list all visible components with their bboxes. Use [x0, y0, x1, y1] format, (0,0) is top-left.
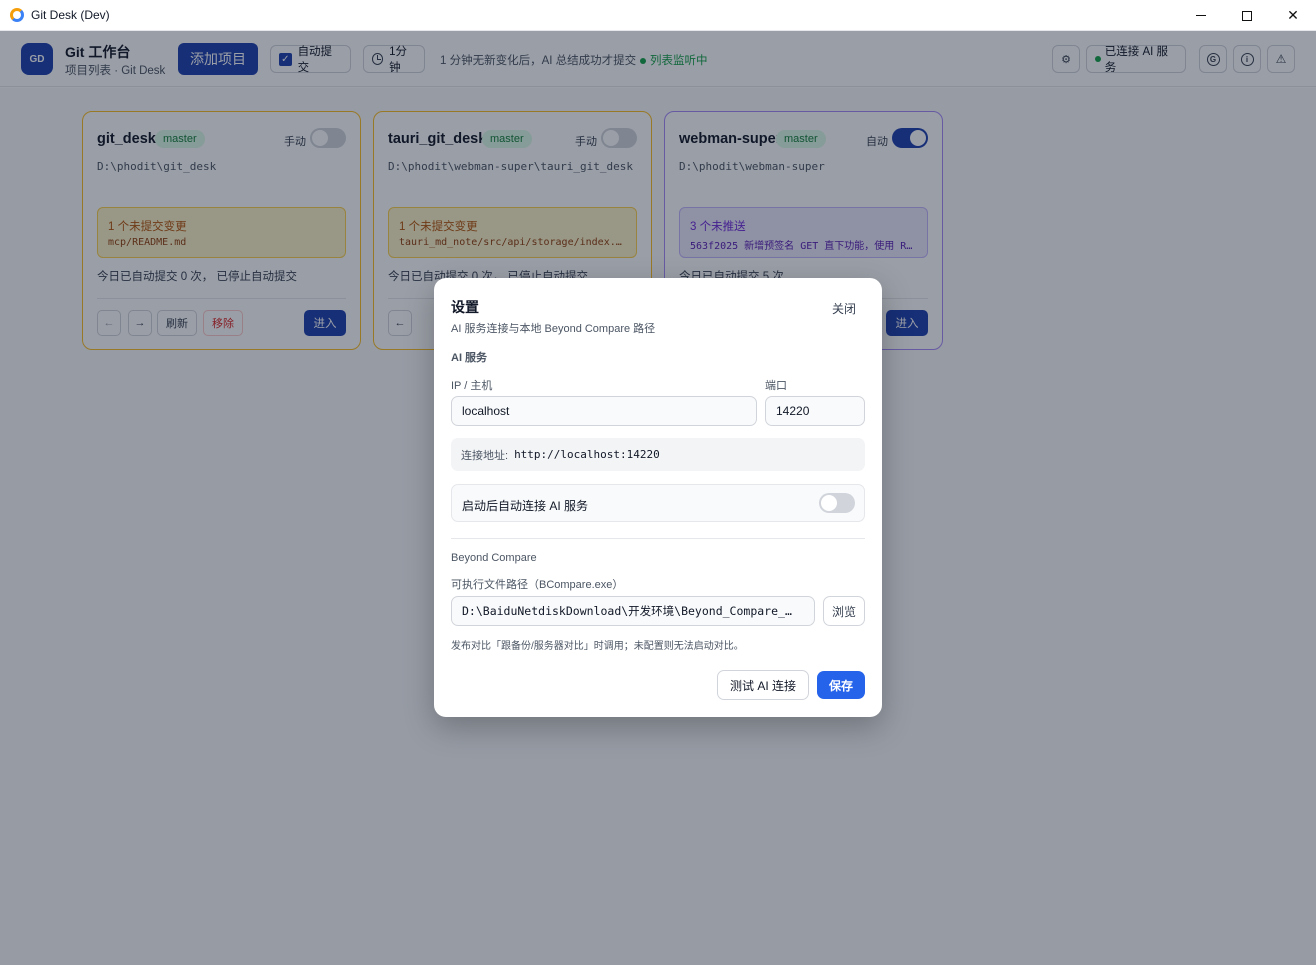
host-label: IP / 主机 [451, 380, 493, 392]
port-label: 端口 [765, 380, 787, 392]
test-ai-connection-button[interactable]: 测试 AI 连接 [717, 670, 809, 700]
window-title: Git Desk (Dev) [31, 8, 110, 22]
minimize-icon [1196, 15, 1206, 16]
close-icon: ✕ [1287, 7, 1299, 23]
settings-dialog: 设置 AI 服务连接与本地 Beyond Compare 路径 关闭 AI 服务… [434, 278, 882, 717]
auto-connect-row: 启动后自动连接 AI 服务 [451, 484, 865, 522]
maximize-icon [1242, 10, 1252, 21]
ai-section-title: AI 服务 [451, 352, 488, 364]
close-window-button[interactable]: ✕ [1270, 0, 1316, 31]
bc-path-value: D:\BaiduNetdiskDownload\开发环境\Beyond_Comp… [462, 604, 792, 618]
connection-url: http://localhost:14220 [514, 448, 660, 461]
connection-address: 连接地址: http://localhost:14220 [451, 438, 865, 471]
bc-path-label: 可执行文件路径（BCompare.exe） [451, 579, 624, 591]
divider [451, 538, 865, 539]
connection-label: 连接地址: [461, 449, 509, 462]
minimize-button[interactable] [1178, 0, 1224, 31]
close-dialog-button[interactable]: 关闭 [832, 300, 856, 317]
bc-note: 发布对比「跟备份/服务器对比」时调用；未配置则无法启动对比。 [451, 641, 744, 652]
app-icon [10, 8, 24, 22]
dialog-title: 设置 [451, 299, 479, 315]
dialog-subtitle: AI 服务连接与本地 Beyond Compare 路径 [451, 323, 656, 335]
bc-path-input[interactable]: D:\BaiduNetdiskDownload\开发环境\Beyond_Comp… [451, 596, 815, 626]
host-input[interactable]: localhost [451, 396, 757, 426]
port-input[interactable]: 14220 [765, 396, 865, 426]
window-controls: ✕ [1178, 0, 1316, 31]
bc-section-title: Beyond Compare [451, 552, 537, 564]
auto-connect-label: 启动后自动连接 AI 服务 [462, 499, 589, 513]
window-titlebar: Git Desk (Dev) ✕ [0, 0, 1316, 31]
save-button[interactable]: 保存 [817, 671, 865, 699]
browse-button[interactable]: 浏览 [823, 596, 865, 626]
maximize-button[interactable] [1224, 0, 1270, 31]
auto-connect-toggle[interactable] [819, 493, 855, 513]
